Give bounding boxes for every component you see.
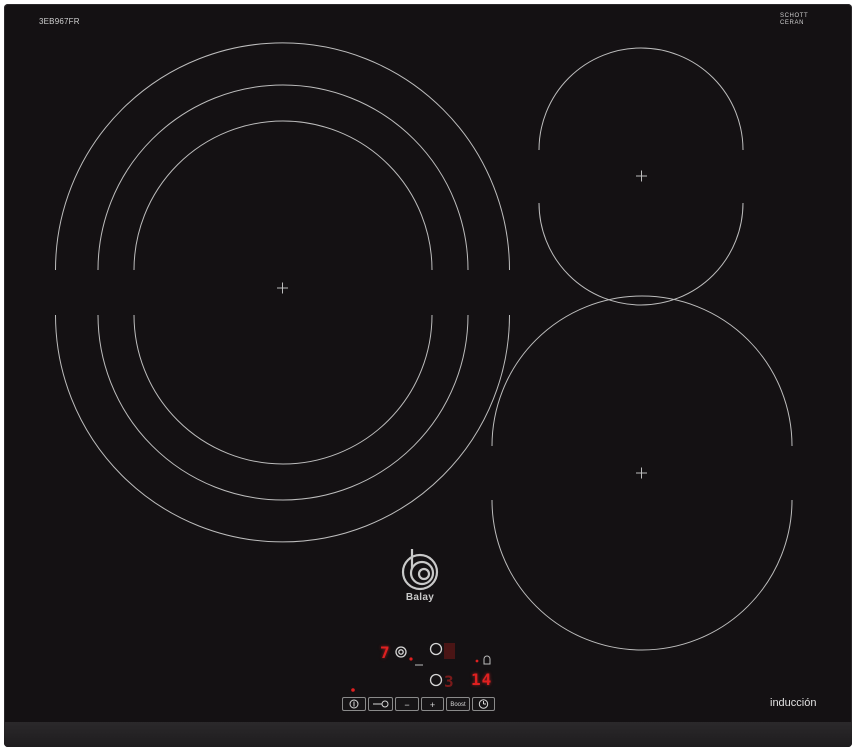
timer-display: 14: [471, 670, 493, 689]
zone-selector-icon: [395, 646, 407, 658]
clock-icon: [478, 699, 489, 709]
second-zone-level-display: 3: [444, 672, 455, 691]
child-lock-button[interactable]: [368, 697, 393, 711]
plus-button[interactable]: +: [421, 697, 444, 711]
power-level-display: 7: [380, 643, 391, 662]
residual-heat-display: [444, 643, 455, 659]
key-lock-icon: [373, 700, 389, 708]
indicator-dot: [409, 657, 413, 661]
control-panel-graphics: [351, 642, 491, 692]
zone-selector-icon: [429, 642, 443, 656]
zone-selector-icon: [429, 673, 443, 687]
boost-button[interactable]: Boost: [446, 697, 470, 711]
power-button[interactable]: [342, 697, 366, 711]
bell-icon: [483, 655, 491, 665]
indicator-dot: [475, 659, 479, 663]
indicator-dot: [351, 688, 355, 692]
minus-button[interactable]: −: [395, 697, 419, 711]
power-icon: [349, 699, 359, 709]
induction-type-label: inducción: [770, 697, 817, 709]
timer-button[interactable]: [472, 697, 495, 711]
